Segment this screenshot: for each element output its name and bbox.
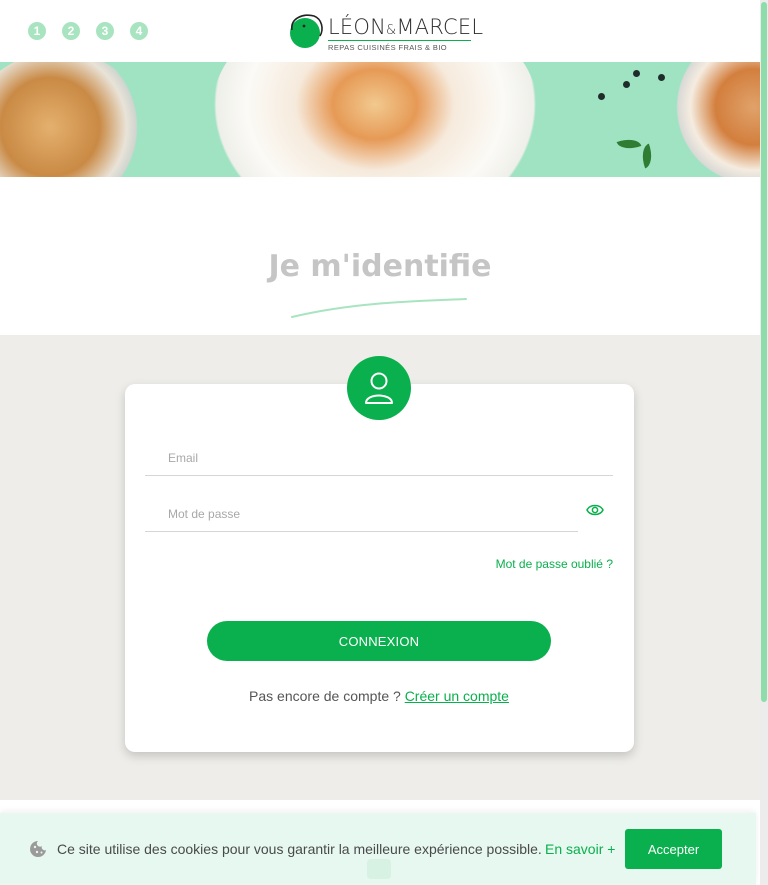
cookie-message: Ce site utilise des cookies pour vous ga… <box>57 841 542 857</box>
step-3[interactable]: 3 <box>96 22 114 40</box>
cookie-icon <box>30 841 46 857</box>
hidden-element-behind-banner <box>367 859 391 879</box>
logo-underline <box>328 40 471 41</box>
user-avatar <box>347 356 411 420</box>
page-title: Je m'identifie <box>268 249 492 284</box>
title-section: Je m'identifie <box>0 177 760 335</box>
cookie-banner: Ce site utilise des cookies pour vous ga… <box>0 813 756 885</box>
step-1[interactable]: 1 <box>28 22 46 40</box>
email-input[interactable] <box>145 440 613 475</box>
logo-tagline: REPAS CUISINÉS FRAIS & BIO <box>328 43 448 52</box>
forgot-password-link[interactable]: Mot de passe oublié ? <box>496 557 613 571</box>
user-icon <box>365 372 393 404</box>
peppercorn-decoration <box>633 70 640 77</box>
logo-ampersand: & <box>386 23 397 38</box>
brand-logo[interactable]: LÉON&MARCEL REPAS CUISINÉS FRAIS & BIO <box>286 12 483 54</box>
scrollbar-thumb[interactable] <box>761 2 767 702</box>
plate-center-image <box>210 62 540 177</box>
title-swash-decoration <box>291 298 467 318</box>
logo-name: LÉON&MARCEL <box>328 15 483 39</box>
password-input[interactable] <box>145 496 578 531</box>
peppercorn-decoration <box>623 81 630 88</box>
create-account-link[interactable]: Créer un compte <box>405 688 509 704</box>
logo-name-part1: LÉON <box>328 15 387 39</box>
signup-prompt: Pas encore de compte ? Créer un compte <box>0 688 758 704</box>
header: 1 2 3 4 LÉON&MARCEL REPAS CUISINÉS FRAIS… <box>0 0 760 62</box>
email-field <box>145 440 613 476</box>
plate-left-image <box>0 62 148 177</box>
step-4[interactable]: 4 <box>130 22 148 40</box>
connect-button[interactable]: CONNEXION <box>207 621 551 661</box>
password-field <box>145 496 578 532</box>
step-indicator: 1 2 3 4 <box>28 22 148 40</box>
plate-right-image <box>660 62 760 177</box>
herb-leaf-decoration <box>637 143 657 169</box>
eye-icon[interactable] <box>586 502 604 518</box>
peppercorn-decoration <box>658 74 665 81</box>
logo-name-part2: MARCEL <box>396 15 484 39</box>
herb-leaf-decoration <box>616 134 642 154</box>
hero-banner-image <box>0 62 760 177</box>
cookie-accept-button[interactable]: Accepter <box>625 829 722 869</box>
scrollbar-track[interactable] <box>760 0 768 885</box>
step-2[interactable]: 2 <box>62 22 80 40</box>
peppercorn-decoration <box>598 93 605 100</box>
cookie-learn-more-link[interactable]: En savoir + <box>545 841 615 857</box>
logo-mark-icon <box>290 14 323 48</box>
no-account-text: Pas encore de compte ? <box>249 688 401 704</box>
